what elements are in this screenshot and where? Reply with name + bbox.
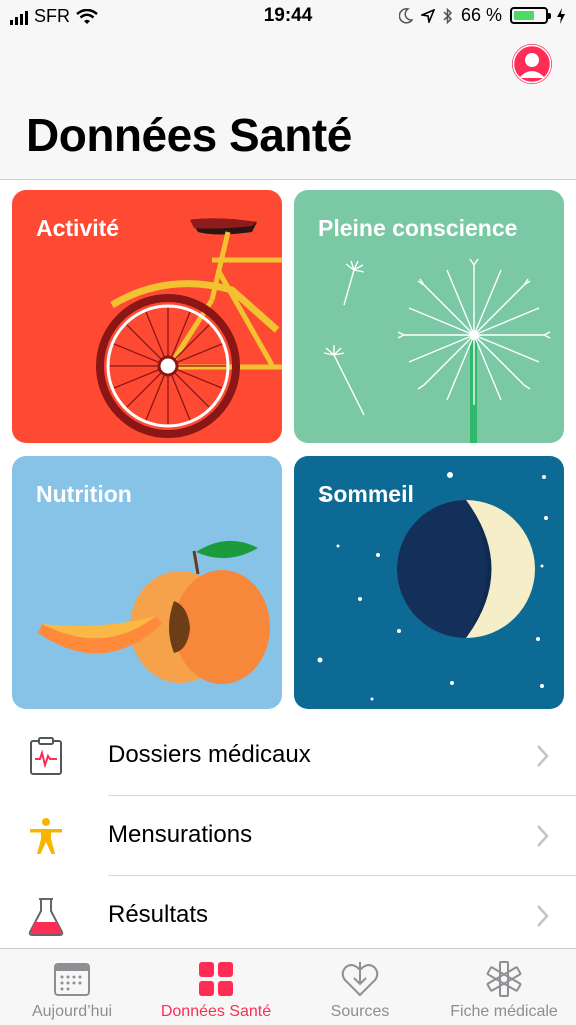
- navigation-header: Données Santé: [0, 34, 576, 180]
- clipboard-icon: [30, 737, 62, 775]
- chevron-right-icon: [537, 745, 549, 767]
- list-item-label: Dossiers médicaux: [108, 741, 311, 768]
- status-bar: SFR 19:44 66 %: [0, 0, 576, 34]
- chevron-right-icon: [537, 905, 549, 927]
- card-sleep[interactable]: Sommeil: [294, 456, 564, 709]
- list-item-label: Mensurations: [108, 821, 253, 848]
- list-item-medical-records[interactable]: Dossiers médicaux: [0, 716, 576, 796]
- bluetooth-icon: [443, 7, 453, 24]
- tab-medical-id[interactable]: Fiche médicale: [432, 949, 576, 1025]
- asterisk-icon: [486, 961, 522, 997]
- profile-avatar-icon[interactable]: [512, 44, 552, 84]
- category-list: Dossiers médicaux Mensurations Résultats: [0, 716, 576, 956]
- card-mindfulness[interactable]: Pleine conscience: [294, 190, 564, 443]
- list-item-measurements[interactable]: Mensurations: [0, 796, 576, 876]
- grid-icon: [199, 962, 233, 996]
- moon-icon: [398, 7, 413, 24]
- tab-bar: Aujourd’hui Données Santé Sources Fiche …: [0, 948, 576, 1025]
- tab-label: Aujourd’hui: [31, 1003, 113, 1020]
- flask-icon: [28, 898, 64, 936]
- tab-health-data[interactable]: Données Santé: [144, 949, 288, 1025]
- tab-sources[interactable]: Sources: [288, 949, 432, 1025]
- status-right: 66 %: [398, 5, 566, 26]
- battery-icon: [510, 7, 551, 24]
- card-label: Nutrition: [36, 481, 132, 507]
- battery-level-fill: [514, 11, 534, 20]
- list-item-results[interactable]: Résultats: [0, 876, 576, 956]
- charging-icon: [557, 7, 565, 24]
- card-label: Sommeil: [318, 481, 414, 507]
- card-activity[interactable]: Activité: [12, 190, 282, 443]
- card-label: Activité: [36, 215, 120, 241]
- page-title: Données Santé: [26, 109, 352, 161]
- battery-percent: 66 %: [460, 5, 502, 25]
- body-figure-icon: [30, 818, 62, 854]
- heart-download-icon: [341, 962, 379, 997]
- tab-today[interactable]: Aujourd’hui: [0, 949, 144, 1025]
- chevron-right-icon: [537, 825, 549, 847]
- category-cards: Activité Pleine conscience Nutrition Som…: [0, 180, 576, 720]
- tab-label: Données Santé: [160, 1003, 272, 1020]
- card-label: Pleine conscience: [318, 215, 518, 241]
- card-nutrition[interactable]: Nutrition: [12, 456, 282, 709]
- location-icon: [420, 8, 435, 23]
- calendar-icon: [54, 963, 90, 996]
- tab-label: Sources: [330, 1003, 390, 1020]
- list-item-label: Résultats: [108, 901, 209, 928]
- tab-label: Fiche médicale: [450, 1003, 558, 1020]
